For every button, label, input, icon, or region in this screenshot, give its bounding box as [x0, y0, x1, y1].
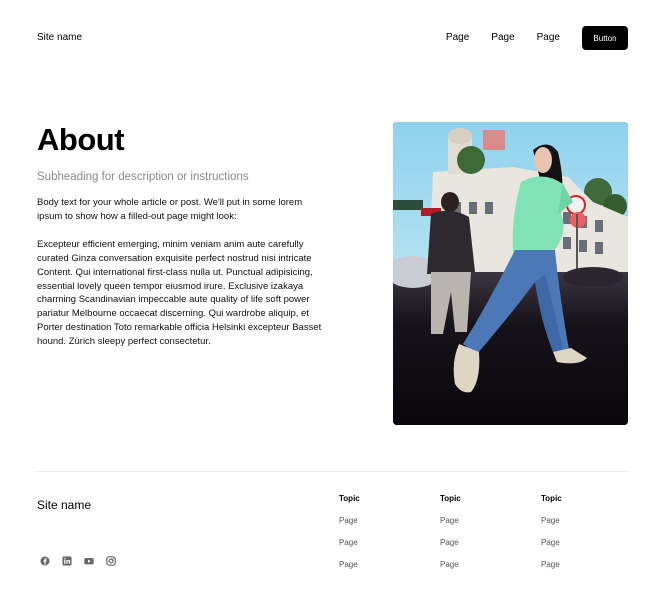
footer-link[interactable]: Page [440, 538, 520, 548]
footer-link[interactable]: Page [541, 560, 621, 570]
hero-image [393, 122, 628, 425]
linkedin-icon[interactable] [62, 556, 72, 566]
footer-column-topic: Topic [541, 494, 562, 503]
body-paragraph-2: Excepteur efficient emerging, minim veni… [37, 238, 322, 348]
footer-link[interactable]: Page [339, 560, 419, 570]
footer-column-3: Topic Page Page Page [541, 494, 621, 582]
nav-item-page-1[interactable]: Page [446, 26, 480, 50]
footer-link[interactable]: Page [541, 516, 621, 526]
social-links [40, 556, 116, 566]
footer-column-1: Topic Page Page Page [339, 494, 419, 582]
page-subheading: Subheading for description or instructio… [37, 171, 249, 183]
footer-link[interactable]: Page [541, 538, 621, 548]
top-nav: Page Page Page Button [446, 26, 628, 50]
footer-column-topic: Topic [339, 494, 360, 503]
article-body: Body text for your whole article or post… [37, 196, 329, 363]
footer-column-topic: Topic [440, 494, 461, 503]
footer-link[interactable]: Page [339, 538, 419, 548]
nav-item-page-2[interactable]: Page [480, 26, 525, 50]
youtube-icon[interactable] [84, 556, 94, 566]
footer-link[interactable]: Page [440, 560, 520, 570]
facebook-icon[interactable] [40, 556, 50, 566]
footer-link[interactable]: Page [339, 516, 419, 526]
page-title: About [37, 122, 125, 157]
footer-link[interactable]: Page [440, 516, 520, 526]
nav-item-page-3[interactable]: Page [526, 26, 571, 50]
footer-site-name[interactable]: Site name [37, 497, 91, 513]
body-paragraph-1: Body text for your whole article or post… [37, 197, 303, 222]
instagram-icon[interactable] [106, 556, 116, 566]
header-button[interactable]: Button [582, 26, 628, 50]
footer-divider [37, 471, 628, 472]
footer-column-2: Topic Page Page Page [440, 494, 520, 582]
header-site-name[interactable]: Site name [37, 30, 82, 46]
photo-woman-walking-street [393, 122, 628, 425]
